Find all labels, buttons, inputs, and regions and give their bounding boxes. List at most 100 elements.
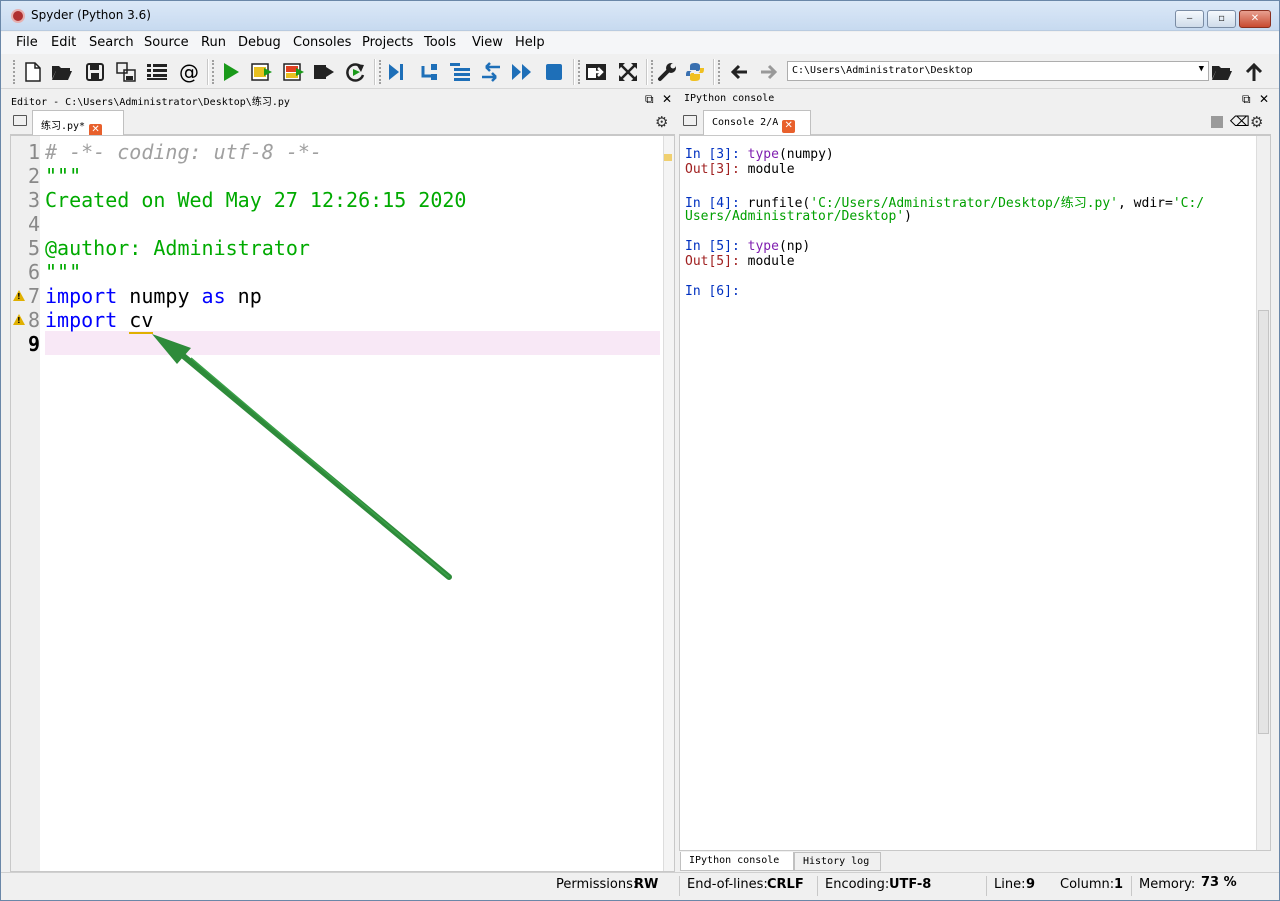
working-directory-combo[interactable]: C:\Users\Administrator\Desktop ▼ xyxy=(787,61,1209,81)
continue-icon[interactable] xyxy=(510,60,534,84)
toolbar-grip[interactable] xyxy=(651,60,654,84)
console-prompt-out: Out[5]: xyxy=(685,254,748,269)
status-eol: CRLF xyxy=(767,877,804,892)
list-icon[interactable] xyxy=(145,60,169,84)
menu-help[interactable]: Help xyxy=(515,35,545,50)
console-builtin: type xyxy=(747,239,779,254)
console-prompt-in: In [5]: xyxy=(685,239,748,254)
status-memory-label: Memory: xyxy=(1139,877,1196,892)
status-encoding: UTF-8 xyxy=(889,877,932,892)
status-separator xyxy=(817,876,818,896)
status-line-label: Line: xyxy=(994,877,1026,892)
toolbar-grip[interactable] xyxy=(718,60,721,84)
undock-icon[interactable]: ⧉ xyxy=(1242,92,1251,107)
toolbar-grip[interactable] xyxy=(13,60,16,84)
chevron-down-icon[interactable]: ▼ xyxy=(1199,64,1204,74)
gear-icon[interactable]: ⚙ xyxy=(655,113,668,131)
maximize-pane-icon[interactable] xyxy=(584,60,608,84)
menu-bar: File Edit Search Source Run Debug Consol… xyxy=(1,32,1279,54)
run-selection-icon[interactable] xyxy=(312,60,336,84)
forward-arrow-icon[interactable] xyxy=(757,60,781,84)
status-bar: Permissions: RW End-of-lines: CRLF Encod… xyxy=(1,872,1279,900)
python-icon[interactable] xyxy=(683,60,707,84)
stop-icon[interactable] xyxy=(542,60,566,84)
eraser-icon[interactable]: ⌫ xyxy=(1230,114,1250,130)
browse-tabs-icon[interactable] xyxy=(683,115,697,126)
browse-tabs-icon[interactable] xyxy=(13,115,27,126)
editor-tab-file[interactable]: 练习.py* ✕ xyxy=(32,110,124,137)
menu-view[interactable]: View xyxy=(472,35,503,50)
menu-tools[interactable]: Tools xyxy=(424,35,456,50)
close-pane-icon[interactable]: ✕ xyxy=(662,92,672,106)
menu-file[interactable]: File xyxy=(16,35,38,50)
status-separator xyxy=(1131,876,1132,896)
minimize-button[interactable]: ‒ xyxy=(1175,10,1204,28)
status-separator xyxy=(679,876,680,896)
back-arrow-icon[interactable] xyxy=(727,60,751,84)
gear-icon[interactable]: ⚙ xyxy=(1250,113,1263,131)
tab-ipython-console[interactable]: IPython console xyxy=(680,852,794,871)
close-tab-icon[interactable]: ✕ xyxy=(782,120,796,133)
menu-edit[interactable]: Edit xyxy=(51,35,76,50)
toolbar-separator xyxy=(573,59,575,85)
tab-history-log[interactable]: History log xyxy=(794,852,881,871)
open-folder-icon[interactable] xyxy=(50,60,74,84)
wrench-icon[interactable] xyxy=(655,60,679,84)
menu-projects[interactable]: Projects xyxy=(362,35,413,50)
status-column: 1 xyxy=(1114,877,1124,892)
menu-debug[interactable]: Debug xyxy=(238,35,281,50)
annotation-arrow xyxy=(152,334,452,580)
run-icon[interactable] xyxy=(219,60,243,84)
toolbar-separator xyxy=(374,59,376,85)
console-prompt-in: In [6]: xyxy=(685,284,748,299)
step-into-icon[interactable] xyxy=(448,60,472,84)
save-all-icon[interactable] xyxy=(114,60,138,84)
debug-icon[interactable] xyxy=(385,60,409,84)
status-permissions-label: Permissions: xyxy=(556,877,638,892)
status-encoding-label: Encoding: xyxy=(825,877,890,892)
editor-tab-bar: 练习.py* ✕ ⚙ xyxy=(10,109,675,137)
toolbar-grip[interactable] xyxy=(212,60,215,84)
step-return-icon[interactable] xyxy=(479,60,503,84)
fullscreen-icon[interactable] xyxy=(616,60,640,84)
run-cell-icon[interactable] xyxy=(250,60,274,84)
spyder-window: Spyder (Python 3.6) ‒ ▫ ✕ File Edit Sear… xyxy=(0,0,1280,901)
step-icon[interactable] xyxy=(417,60,441,84)
close-button[interactable]: ✕ xyxy=(1239,10,1271,28)
console-line: In [6]: xyxy=(685,284,748,299)
ipython-console[interactable]: In [3]: type(numpy) Out[3]: module In [4… xyxy=(679,135,1271,851)
at-icon[interactable]: @ xyxy=(177,60,201,84)
run-cell-advance-icon[interactable] xyxy=(282,60,306,84)
editor-tab-label: 练习.py* xyxy=(41,121,86,132)
console-tab[interactable]: Console 2/A ✕ xyxy=(703,110,811,135)
undock-icon[interactable]: ⧉ xyxy=(645,92,654,107)
menu-run[interactable]: Run xyxy=(201,35,226,50)
toolbar-grip[interactable] xyxy=(578,60,581,84)
console-text: , wdir= xyxy=(1118,196,1173,211)
console-text: (np) xyxy=(778,239,811,254)
maximize-button[interactable]: ▫ xyxy=(1207,10,1236,28)
menu-consoles[interactable]: Consoles xyxy=(293,35,351,50)
menu-search[interactable]: Search xyxy=(89,35,134,50)
new-file-icon[interactable] xyxy=(21,60,45,84)
rerun-icon[interactable] xyxy=(344,60,368,84)
console-line: Users/Administrator/Desktop') xyxy=(685,209,912,224)
status-permissions: RW xyxy=(634,877,659,892)
parent-dir-icon[interactable] xyxy=(1242,60,1266,84)
toolbar-grip[interactable] xyxy=(379,60,382,84)
console-scrollbar[interactable] xyxy=(1256,136,1270,850)
close-pane-icon[interactable]: ✕ xyxy=(1259,92,1269,106)
console-text: (numpy) xyxy=(778,147,834,162)
stop-kernel-icon[interactable] xyxy=(1211,116,1223,128)
console-pane-title: IPython console xyxy=(684,93,775,104)
console-prompt-in: In [3]: xyxy=(685,147,748,162)
console-tab-bar: Console 2/A ✕ ⌫ ⚙ xyxy=(679,109,1271,135)
menu-source[interactable]: Source xyxy=(144,35,189,50)
toolbar-separator xyxy=(646,59,648,85)
browse-folder-icon[interactable] xyxy=(1210,60,1234,84)
save-icon[interactable] xyxy=(83,60,107,84)
code-editor[interactable]: 1 2 3 4 5 6 7 8 9 # -*- coding: utf-8 -*… xyxy=(10,135,675,872)
editor-pane-title: Editor - C:\Users\Administrator\Desktop\… xyxy=(11,97,290,108)
scrollbar-thumb[interactable] xyxy=(1258,310,1269,734)
status-line: 9 xyxy=(1026,877,1036,892)
